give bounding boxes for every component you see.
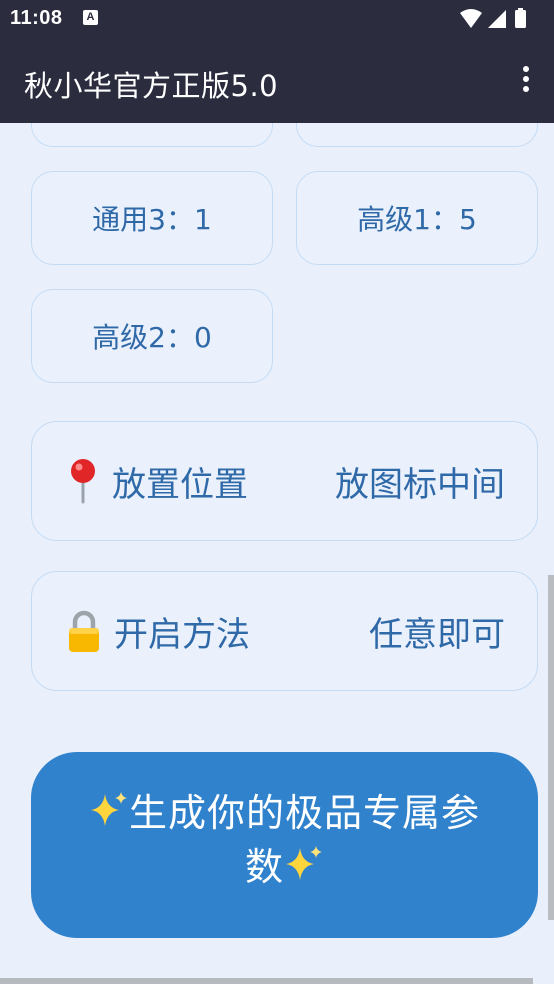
scrollbar[interactable] [548, 575, 554, 920]
stat-tile: 高级1：5 [296, 171, 538, 265]
sparkles-icon [90, 792, 127, 826]
generate-button[interactable]: 生成你的极品专属参数 [31, 752, 538, 938]
placement-label: 放置位置 [112, 464, 248, 505]
stat-tile-hidden-left [31, 123, 273, 147]
wifi-icon [460, 9, 482, 28]
notification-badge-icon: A [83, 10, 98, 25]
stat-tile-label: 高级1：5 [357, 203, 477, 236]
battery-icon [515, 8, 526, 28]
stat-tile-hidden-right [296, 123, 538, 147]
placement-row: 放置位置 放图标中间 [31, 421, 538, 541]
lock-icon [69, 610, 99, 652]
stat-tile: 通用3：1 [31, 171, 273, 265]
app-bar: 秋小华官方正版5.0 [0, 38, 554, 123]
bottom-divider [0, 978, 533, 984]
open-method-row: 开启方法 任意即可 [31, 571, 538, 691]
more-vert-icon[interactable] [516, 64, 536, 96]
scroll-content[interactable]: 通用3：1 高级1：5 高级2：0 放置位置 放图标中间 开启方法 任意即可 生… [0, 123, 554, 984]
open-method-label: 开启方法 [114, 614, 250, 655]
status-bar: 11:08 A [0, 0, 554, 38]
sparkles-icon [286, 846, 322, 880]
stat-tile: 高级2：0 [31, 289, 273, 383]
status-time: 11:08 [10, 7, 63, 29]
stat-tile-label: 通用3：1 [92, 203, 212, 236]
cellular-signal-icon [488, 10, 506, 28]
app-title: 秋小华官方正版5.0 [24, 69, 279, 103]
pushpin-icon [71, 459, 95, 504]
placement-value: 放图标中间 [335, 464, 505, 505]
stat-tile-label: 高级2：0 [92, 321, 212, 354]
open-method-value: 任意即可 [369, 614, 505, 655]
system-icons [460, 8, 526, 28]
